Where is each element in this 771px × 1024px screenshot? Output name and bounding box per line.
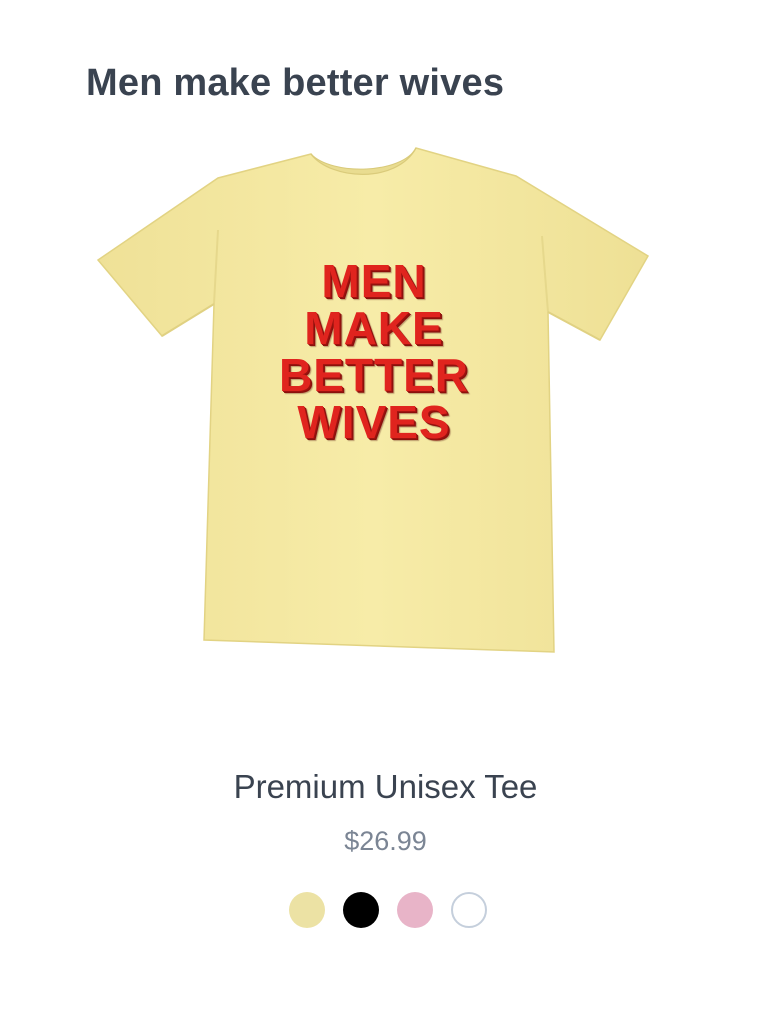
product-name: Premium Unisex Tee — [233, 768, 538, 805]
shirt-print-text: MEN MAKE BETTER WIVES — [96, 258, 652, 446]
print-line: WIVES — [297, 396, 451, 448]
swatch-white[interactable] — [450, 892, 487, 928]
swatch-yellow[interactable] — [288, 892, 325, 928]
swatch-black[interactable] — [342, 892, 379, 928]
page-title: Men make better wives — [86, 62, 505, 104]
print-line: MAKE — [304, 302, 444, 354]
color-swatches — [0, 892, 771, 928]
swatch-pink[interactable] — [396, 892, 433, 928]
product-image[interactable]: MEN MAKE BETTER WIVES — [96, 140, 652, 660]
product-price: $26.99 — [344, 826, 427, 856]
print-line: MEN — [321, 255, 427, 307]
print-line: BETTER — [279, 349, 469, 401]
